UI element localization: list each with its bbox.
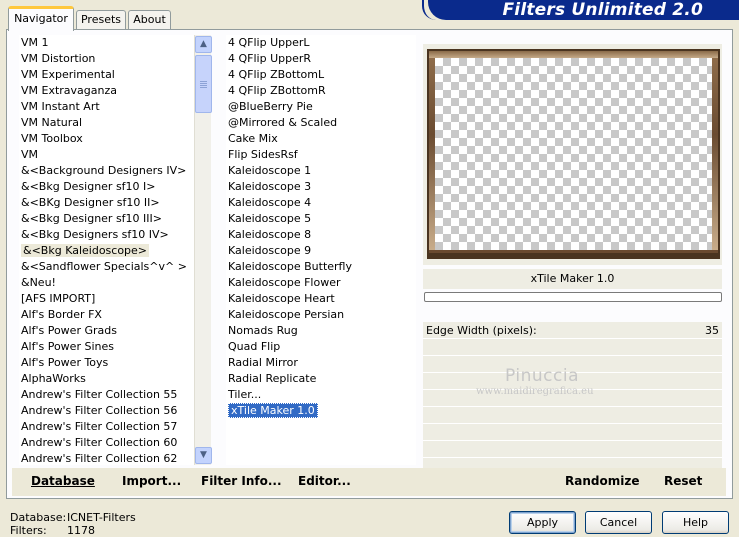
list-item[interactable]: @BlueBerry Pie	[226, 99, 416, 115]
preview-image	[427, 49, 720, 259]
list-item[interactable]: xTile Maker 1.0	[226, 403, 416, 419]
list-item[interactable]: Kaleidoscope 3	[226, 179, 416, 195]
list-item[interactable]: Kaleidoscope 5	[226, 211, 416, 227]
list-item[interactable]: 4 QFlip UpperR	[226, 51, 416, 67]
list-item[interactable]: VM Distortion	[19, 51, 194, 67]
tab-about[interactable]: About	[128, 10, 171, 30]
filter-info-button[interactable]: Filter Info...	[201, 474, 282, 488]
list-item[interactable]: VM Instant Art	[19, 99, 194, 115]
filter-title: xTile Maker 1.0	[423, 269, 722, 289]
progress-bar	[424, 292, 722, 302]
list-item[interactable]: Kaleidoscope Heart	[226, 291, 416, 307]
param-label: Edge Width (pixels):	[426, 324, 537, 337]
list-item[interactable]: Alf's Power Sines	[19, 339, 194, 355]
list-item[interactable]: Flip SidesRsf	[226, 147, 416, 163]
list-item[interactable]: Alf's Power Toys	[19, 355, 194, 371]
app-title: Filters Unlimited 2.0	[502, 0, 703, 20]
filters-count-value: 1178	[67, 524, 95, 537]
list-item[interactable]: &Neu!	[19, 275, 194, 291]
import-button[interactable]: Import...	[122, 474, 181, 488]
list-item[interactable]: VM Extravaganza	[19, 83, 194, 99]
editor-button[interactable]: Editor...	[298, 474, 351, 488]
list-item[interactable]: Andrew's Filter Collection 60	[19, 435, 194, 451]
tab-about-label: About	[133, 13, 166, 26]
list-item[interactable]: &<BKg Designer sf10 II>	[19, 195, 194, 211]
list-item[interactable]: VM Natural	[19, 115, 194, 131]
list-item[interactable]: &<Background Designers IV>	[19, 163, 194, 179]
list-item[interactable]: Kaleidoscope 1	[226, 163, 416, 179]
list-item[interactable]: Andrew's Filter Collection 62	[19, 451, 194, 465]
list-item[interactable]: Kaleidoscope Butterfly	[226, 259, 416, 275]
list-item[interactable]: Kaleidoscope Persian	[226, 307, 416, 323]
scroll-down-button[interactable]: ▼	[195, 447, 212, 464]
chevron-down-icon: ▼	[200, 450, 207, 460]
database-button[interactable]: Database	[31, 474, 95, 488]
tab-presets-label: Presets	[80, 13, 122, 26]
list-item[interactable]: AlphaWorks	[19, 371, 194, 387]
database-status-value: ICNET-Filters	[67, 511, 136, 524]
category-scrollbar[interactable]: ▲ ▼	[194, 35, 212, 465]
list-item[interactable]: Andrew's Filter Collection 57	[19, 419, 194, 435]
chevron-up-icon: ▲	[200, 39, 207, 49]
database-status-label: Database:	[10, 511, 67, 524]
list-item[interactable]: [AFS IMPORT]	[19, 291, 194, 307]
parameters-panel: Edge Width (pixels): 35	[423, 322, 722, 492]
list-item[interactable]: @Mirrored & Scaled	[226, 115, 416, 131]
cancel-button[interactable]: Cancel	[585, 511, 652, 534]
list-item[interactable]: Kaleidoscope 4	[226, 195, 416, 211]
apply-button[interactable]: Apply	[509, 511, 576, 534]
list-item[interactable]: Kaleidoscope 9	[226, 243, 416, 259]
list-item[interactable]: Radial Replicate	[226, 371, 416, 387]
category-list[interactable]: VM 1 VM Distortion VM Experimental VM Extra…	[19, 35, 194, 465]
list-item[interactable]: Radial Mirror	[226, 355, 416, 371]
list-item[interactable]: Alf's Power Grads	[19, 323, 194, 339]
randomize-button[interactable]: Randomize	[565, 474, 639, 488]
list-item[interactable]: Andrew's Filter Collection 56	[19, 403, 194, 419]
tab-navigator-label: Navigator	[14, 12, 68, 25]
list-item[interactable]: VM Toolbox	[19, 131, 194, 147]
param-edge-width[interactable]: Edge Width (pixels): 35	[423, 322, 722, 339]
help-button[interactable]: Help	[662, 511, 729, 534]
watermark-site: www.maidiregrafica.eu	[476, 386, 594, 397]
tab-presets[interactable]: Presets	[76, 10, 126, 30]
scroll-up-button[interactable]: ▲	[195, 36, 212, 53]
scroll-thumb[interactable]	[195, 55, 212, 113]
reset-button[interactable]: Reset	[664, 474, 702, 488]
app-banner: Filters Unlimited 2.0	[422, 0, 739, 20]
list-item[interactable]: Nomads Rug	[226, 323, 416, 339]
list-item[interactable]: &<Sandflower Specials^v^ >	[19, 259, 194, 275]
list-item[interactable]: 4 QFlip ZBottomL	[226, 67, 416, 83]
list-item[interactable]: Kaleidoscope 8	[226, 227, 416, 243]
list-item[interactable]: &<Bkg Designer sf10 III>	[19, 211, 194, 227]
list-item[interactable]: &<Bkg Kaleidoscope>	[19, 243, 194, 259]
list-item[interactable]: Kaleidoscope Flower	[226, 275, 416, 291]
list-item[interactable]: Andrew's Filter Collection 55	[19, 387, 194, 403]
list-item[interactable]: Tiler...	[226, 387, 416, 403]
filters-count-label: Filters:	[10, 524, 47, 537]
list-item[interactable]: &<Bkg Designer sf10 I>	[19, 179, 194, 195]
list-item[interactable]: Cake Mix	[226, 131, 416, 147]
watermark-name: Pinuccia	[505, 366, 579, 386]
param-value[interactable]: 35	[705, 322, 719, 339]
list-item[interactable]: VM 1	[19, 35, 194, 51]
list-item[interactable]: VM	[19, 147, 194, 163]
list-item[interactable]: 4 QFlip UpperL	[226, 35, 416, 51]
list-item[interactable]: VM Experimental	[19, 67, 194, 83]
filter-list[interactable]: 4 QFlip UpperL 4 QFlip UpperR 4 QFlip ZBot…	[226, 35, 416, 465]
transparency-checkerboard	[435, 58, 712, 250]
list-item[interactable]: &<Bkg Designers sf10 IV>	[19, 227, 194, 243]
list-item[interactable]: 4 QFlip ZBottomR	[226, 83, 416, 99]
list-item[interactable]: Quad Flip	[226, 339, 416, 355]
tab-navigator[interactable]: Navigator	[8, 6, 74, 31]
list-item[interactable]: Alf's Border FX	[19, 307, 194, 323]
